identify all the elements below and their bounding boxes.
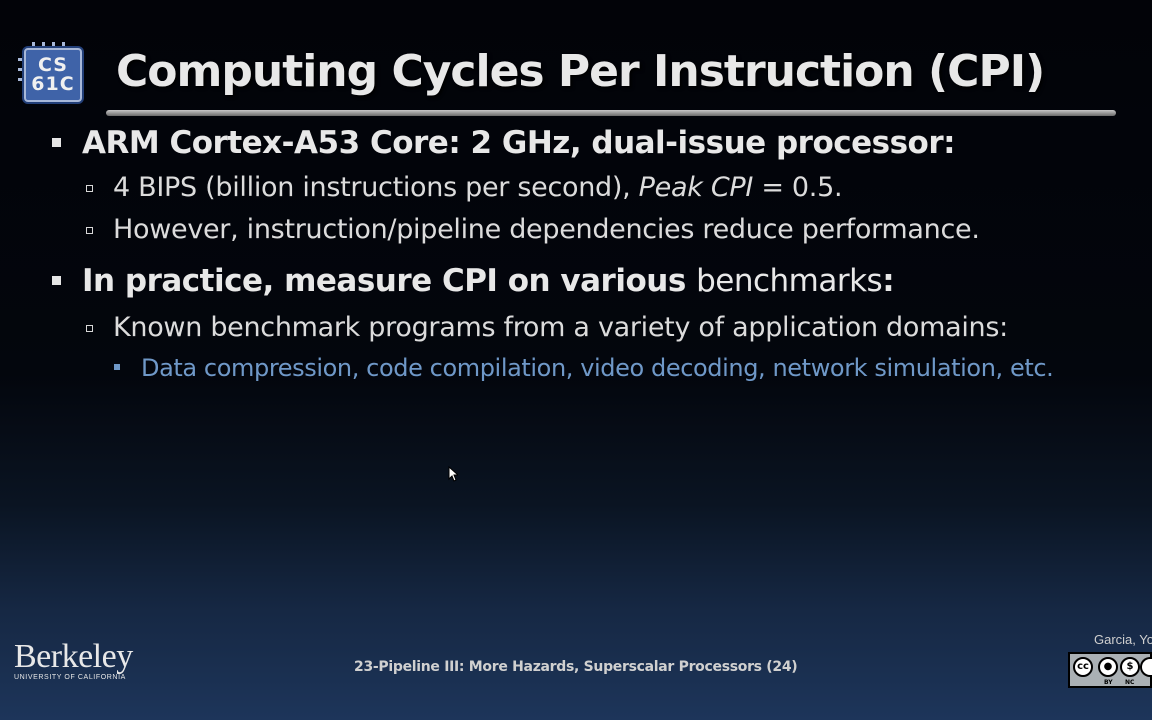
cs61c-logo: CS 61C [18,42,84,104]
attribution-icon: ● [1098,657,1118,677]
title-underline [106,110,1116,116]
mouse-pointer-icon [448,466,458,482]
berkeley-logo: Berkeley UNIVERSITY OF CALIFORNIA [14,638,133,682]
peak-cpi-label: Peak CPI [638,172,754,203]
by-label: BY [1104,679,1113,686]
sub-bullet-text: Known benchmark programs from a variety … [113,312,1008,343]
hollow-square-bullet-icon [86,325,93,332]
sharealike-icon [1140,657,1152,677]
creative-commons-badge: cc ● $ BY NC [1068,652,1152,688]
square-bullet-icon [52,276,61,285]
noncommercial-icon: $ [1120,657,1140,677]
nc-label: NC [1125,679,1135,686]
bullet-text: ARM Cortex-A53 Core: 2 GHz, dual-issue p… [82,125,956,161]
slide-title: Computing Cycles Per Instruction (CPI) [116,46,1045,97]
cc-icon: cc [1073,657,1093,677]
berkeley-wordmark: Berkeley [14,638,133,675]
small-square-bullet-icon [114,364,120,370]
hollow-square-bullet-icon [86,227,93,234]
hollow-square-bullet-icon [86,185,93,192]
benchmarks-term: benchmarks [696,263,883,299]
square-bullet-icon [52,138,61,147]
footer-author: Garcia, Yo [1094,632,1152,647]
sub-bullet-text: However, instruction/pipeline dependenci… [113,214,980,245]
logo-line2: 61C [31,73,75,95]
footer-lecture-title: 23-Pipeline III: More Hazards, Superscal… [354,659,798,675]
berkeley-subtitle: UNIVERSITY OF CALIFORNIA [14,674,126,681]
sub-sub-bullet-text: Data compression, code compilation, vide… [141,354,1054,382]
sub-bullet-text: 4 BIPS (billion instructions per second)… [113,172,843,203]
bullet-text: In practice, measure CPI on various benc… [82,263,895,299]
